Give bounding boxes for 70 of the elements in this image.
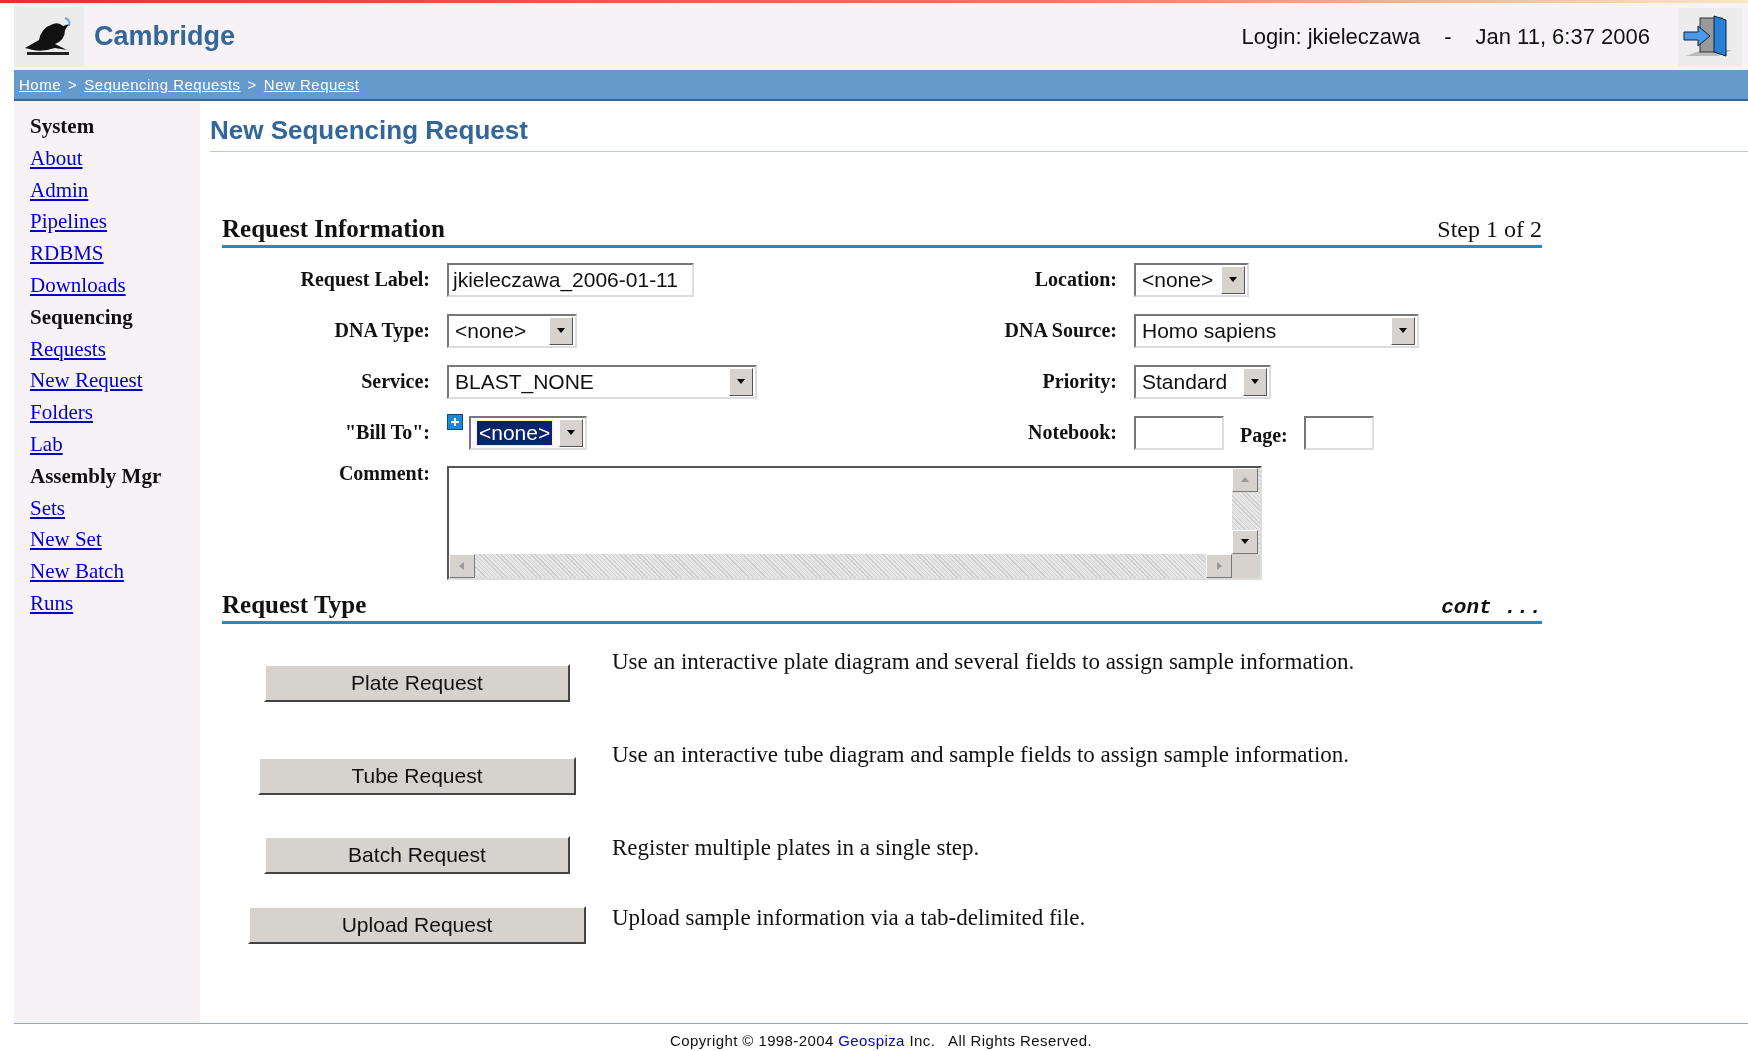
field-label: Request Label: <box>300 268 430 291</box>
field-label: DNA Type: <box>334 319 430 342</box>
field-label: Comment: <box>338 462 430 485</box>
sidebar-link[interactable]: Downloads <box>30 273 126 297</box>
sidebar-heading: Assembly Mgr <box>30 462 163 490</box>
field-label: Priority: <box>1042 370 1117 393</box>
field-label: Page: <box>1240 424 1288 447</box>
sidebar-link[interactable]: Sets <box>30 495 65 520</box>
sidebar-heading: System <box>30 113 96 140</box>
date-text: Jan 11, 6:37 2006 <box>1475 23 1650 50</box>
dropdown-icon[interactable] <box>729 367 753 396</box>
text-field[interactable] <box>1134 415 1224 450</box>
breadcrumb-separator: > <box>247 76 257 93</box>
comment-field[interactable] <box>447 466 1262 580</box>
select-field[interactable]: <none> <box>1134 262 1249 297</box>
breadcrumb-separator: > <box>68 76 78 93</box>
sidebar-link[interactable]: New Batch <box>30 559 124 584</box>
description-text: Use an interactive plate diagram and several fields to assign sample information. <box>612 648 1356 676</box>
logout-door-icon[interactable] <box>1678 7 1742 66</box>
login-text: Login: jkieleczawa <box>1241 23 1421 50</box>
company-link[interactable]: Geospiza <box>838 1032 905 1049</box>
scroll-right-icon[interactable] <box>1206 554 1232 578</box>
sidebar-link[interactable]: RDBMS <box>30 241 104 266</box>
sidebar-link[interactable]: Admin <box>30 177 89 202</box>
section-title: Request Type <box>222 591 367 619</box>
field-label: Location: <box>1034 268 1117 291</box>
sidebar-link[interactable]: Lab <box>30 431 63 456</box>
text-field[interactable]: jkieleczawa_2006-01-11 <box>447 262 694 297</box>
separator-text: - <box>1444 23 1452 50</box>
section-title: Request Information <box>222 215 445 243</box>
sidebar-link[interactable]: Pipelines <box>30 209 107 234</box>
sidebar-link[interactable]: About <box>30 145 83 170</box>
request-type-button[interactable]: Batch Request <box>264 836 570 874</box>
select-field[interactable]: <none> <box>447 313 577 348</box>
copyright-text: Copyright © 1998-2004 Geospiza Inc. All Rights Reserved. <box>670 1032 1092 1049</box>
page-title: New Sequencing Request <box>210 101 1748 152</box>
field-label: DNA Source: <box>1004 319 1117 342</box>
sidebar-link[interactable]: Folders <box>30 400 93 425</box>
select-field[interactable]: Homo sapiens <box>1134 313 1419 348</box>
step-text: Step 1 of 2 <box>1437 216 1542 243</box>
field-label: Notebook: <box>1028 421 1117 444</box>
description-text: Use an interactive tube diagram and sample fields to assign sample information. <box>612 741 1351 769</box>
scroll-down-icon[interactable] <box>1232 530 1258 554</box>
field-label: "Bill To": <box>344 421 430 444</box>
select-field[interactable]: <none> <box>469 415 587 450</box>
add-icon[interactable] <box>447 414 463 430</box>
continue-text: cont ... <box>1441 596 1542 619</box>
dropdown-icon[interactable] <box>559 418 583 447</box>
request-type-button[interactable]: Upload Request <box>248 906 586 944</box>
sidebar-link[interactable]: New Set <box>30 527 102 552</box>
field-label: Service: <box>361 370 430 393</box>
request-type-button[interactable]: Plate Request <box>264 664 570 702</box>
scrollbar-corner <box>1232 554 1260 578</box>
dropdown-icon[interactable] <box>1221 265 1245 294</box>
sidebar-link[interactable]: Requests <box>30 336 106 361</box>
sidebar-link[interactable]: New Request <box>30 368 143 393</box>
dropdown-icon[interactable] <box>1243 367 1267 396</box>
scroll-left-icon[interactable] <box>449 554 475 578</box>
scroll-up-icon[interactable] <box>1232 468 1258 492</box>
request-type-button[interactable]: Tube Request <box>258 757 576 795</box>
dropdown-icon[interactable] <box>1391 316 1415 345</box>
description-text: Upload sample information via a tab-delimited file. <box>612 904 1087 932</box>
select-field[interactable]: Standard <box>1134 364 1271 399</box>
description-text: Register multiple plates in a single step. <box>612 834 981 862</box>
select-field[interactable]: BLAST_NONE <box>447 364 757 399</box>
text-field[interactable] <box>1303 415 1374 450</box>
sidebar-link[interactable]: Runs <box>30 590 74 615</box>
app-name: Cambridge <box>94 21 236 52</box>
sidebar-heading: Sequencing <box>30 303 134 331</box>
dropdown-icon[interactable] <box>549 316 573 345</box>
